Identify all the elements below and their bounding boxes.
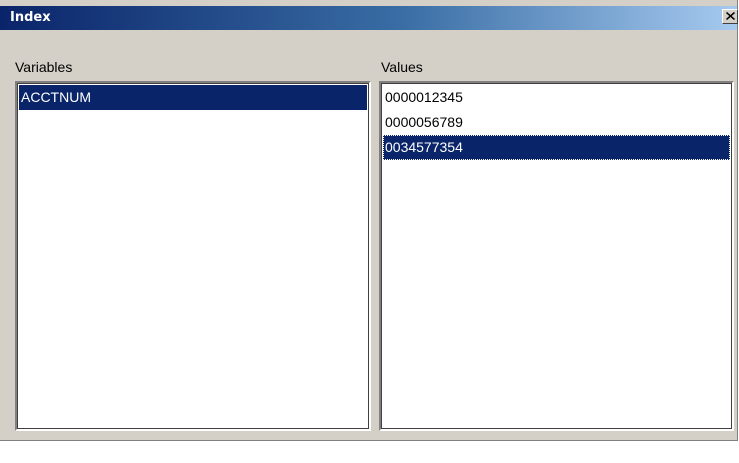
title-bar[interactable]: Index — [0, 6, 738, 30]
close-button[interactable] — [722, 9, 738, 24]
value-item[interactable]: 0000056789 — [383, 110, 730, 135]
values-label: Values — [381, 59, 423, 75]
variables-list[interactable]: ACCTNUM — [15, 81, 371, 431]
variables-label: Variables — [15, 59, 73, 75]
values-list[interactable]: 0000012345 0000056789 0034577354 — [379, 81, 734, 431]
value-item-selected[interactable]: 0034577354 — [383, 135, 730, 160]
window-title: Index — [10, 10, 51, 25]
variable-item-acctnum[interactable]: ACCTNUM — [19, 85, 367, 110]
close-icon — [726, 12, 735, 20]
value-item[interactable]: 0000012345 — [383, 85, 730, 110]
index-dialog: Index Variables ACCTNUM Values 000001234… — [0, 0, 738, 441]
